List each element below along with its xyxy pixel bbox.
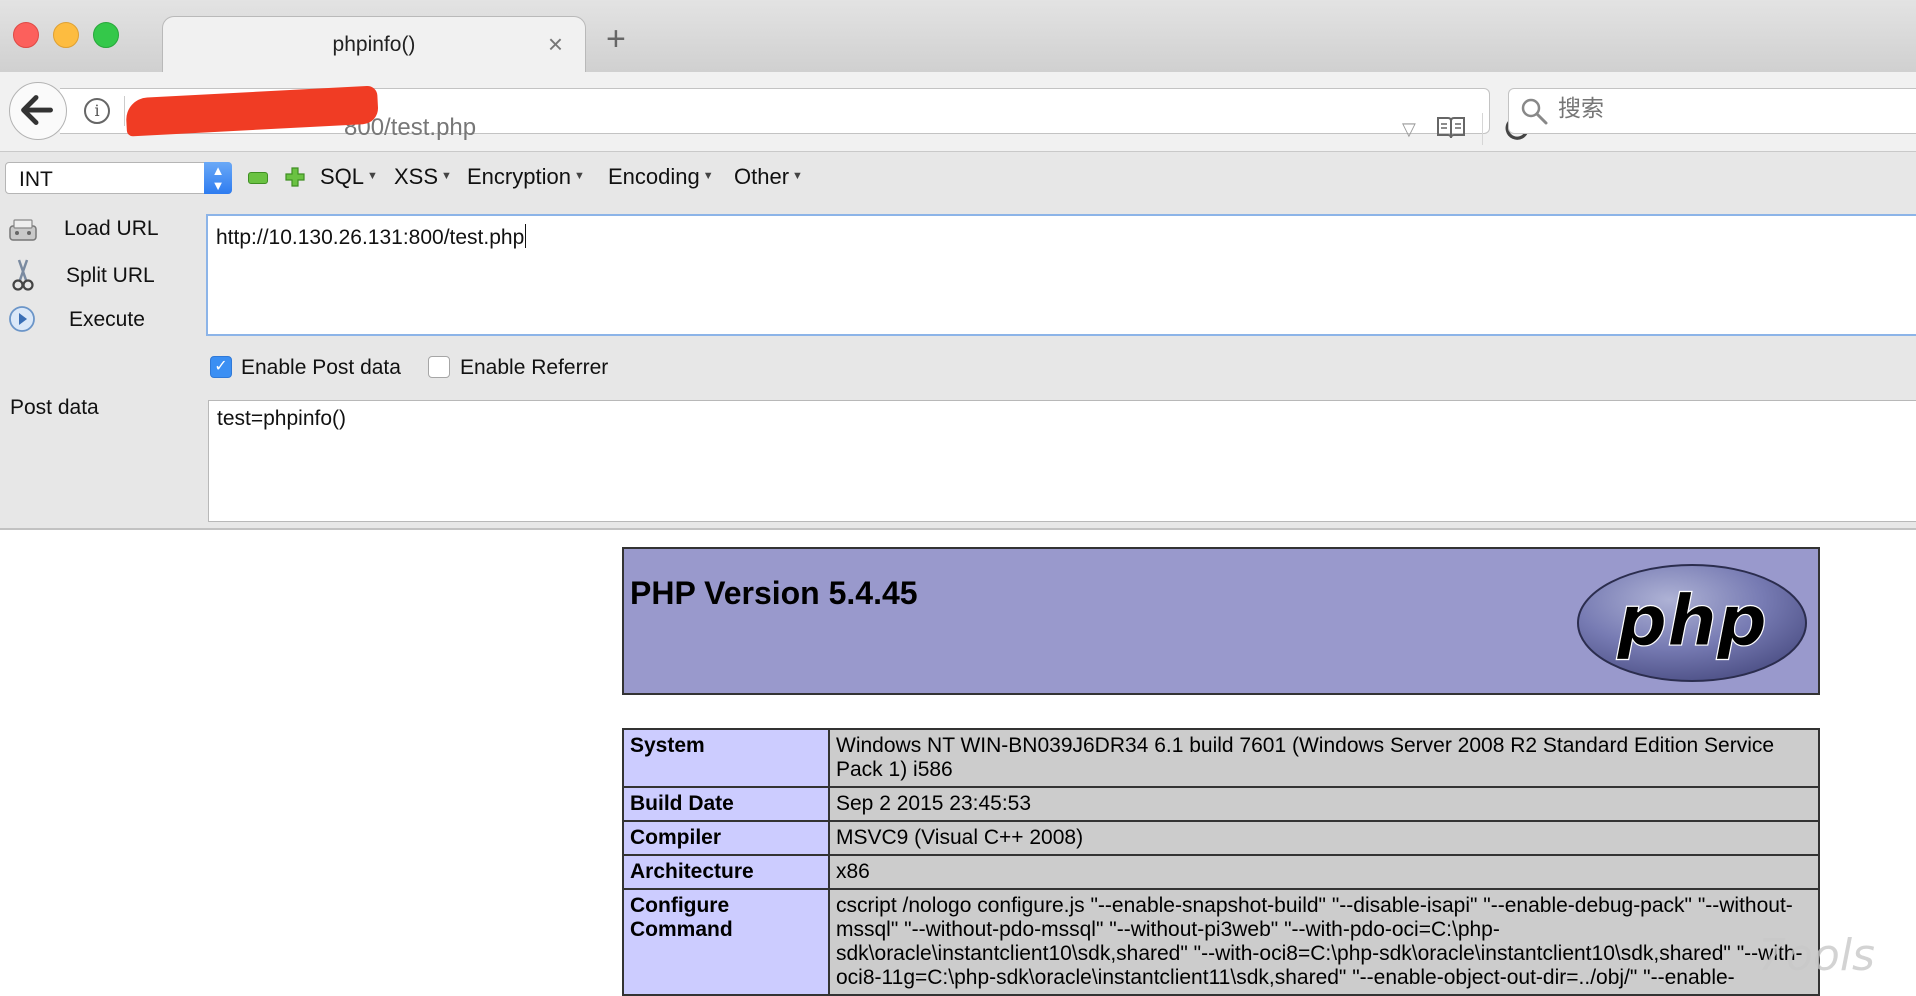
row-key: Compiler — [622, 820, 830, 856]
load-url-button[interactable]: Load URL — [6, 214, 166, 248]
php-version-header: PHP Version 5.4.45 php — [622, 547, 1820, 695]
new-tab-button[interactable]: + — [606, 22, 626, 56]
site-info-icon[interactable]: i — [84, 98, 110, 124]
chevron-down-icon: ▼ — [441, 170, 452, 182]
load-url-label: Load URL — [64, 217, 159, 240]
table-row: System Windows NT WIN-BN039J6DR34 6.1 bu… — [622, 728, 1820, 788]
tab-phpinfo[interactable]: phpinfo() × — [162, 16, 586, 72]
history-dropdown-icon[interactable]: ▽ — [1402, 119, 1416, 140]
load-url-icon — [9, 219, 37, 241]
plus-icon[interactable] — [284, 166, 306, 188]
url-separator-left — [124, 96, 125, 126]
menu-xss-label: XSS — [394, 164, 439, 189]
title-bar: phpinfo() × + — [0, 0, 1916, 72]
menu-encryption-label: Encryption — [467, 164, 571, 189]
row-value: MSVC9 (Visual C++ 2008) — [828, 820, 1820, 856]
search-icon — [1521, 98, 1548, 125]
back-button[interactable] — [9, 82, 67, 140]
table-row: Configure Command cscript /nologo config… — [622, 888, 1820, 996]
execute-label: Execute — [69, 308, 145, 331]
chevron-down-icon: ▼ — [792, 170, 803, 182]
row-value: Windows NT WIN-BN039J6DR34 6.1 build 760… — [828, 728, 1820, 788]
tab-close-icon[interactable]: × — [548, 29, 563, 60]
url-textarea-text: http://10.130.26.131:800/test.php — [216, 226, 525, 249]
text-cursor — [525, 224, 527, 248]
php-logo-text: php — [1616, 580, 1767, 662]
post-data-textarea[interactable]: test=phpinfo() — [208, 400, 1916, 522]
scissors-icon — [12, 259, 34, 291]
row-value: x86 — [828, 854, 1820, 890]
table-row: Build Date Sep 2 2015 23:45:53 — [622, 786, 1820, 822]
enable-post-checkbox[interactable]: ✓ — [210, 356, 232, 378]
menu-encoding[interactable]: Encoding ▼ — [608, 164, 714, 190]
search-input[interactable] — [1558, 94, 1898, 124]
enable-referrer-checkbox[interactable] — [428, 356, 450, 378]
split-url-button[interactable]: Split URL — [6, 258, 166, 292]
url-separator — [1482, 113, 1483, 145]
url-textarea[interactable]: http://10.130.26.131:800/test.php — [206, 214, 1916, 336]
row-value: Sep 2 2015 23:45:53 — [828, 786, 1820, 822]
enable-referrer-label[interactable]: Enable Referrer — [460, 356, 608, 380]
php-logo: php — [1577, 564, 1807, 682]
back-arrow-icon — [21, 95, 53, 125]
zoom-window-button[interactable] — [93, 22, 119, 48]
execute-button[interactable]: Execute — [6, 304, 166, 338]
chevron-down-icon: ▼ — [702, 170, 714, 182]
row-key: System — [622, 728, 830, 788]
post-data-value: test=phpinfo() — [217, 407, 346, 430]
menu-encoding-label: Encoding — [608, 164, 700, 189]
enable-post-label[interactable]: Enable Post data — [241, 356, 401, 380]
row-key: Configure Command — [622, 888, 830, 996]
menu-other-label: Other — [734, 164, 790, 189]
chevron-down-icon: ▼ — [367, 170, 378, 182]
menu-encryption[interactable]: Encryption ▼ — [467, 164, 585, 190]
split-url-label: Split URL — [66, 264, 155, 287]
phpinfo-table: System Windows NT WIN-BN039J6DR34 6.1 bu… — [622, 728, 1820, 996]
select-arrows-icon: ▲ ▼ — [204, 162, 232, 194]
play-icon — [9, 306, 35, 332]
close-window-button[interactable] — [13, 22, 39, 48]
tab-title: phpinfo() — [332, 33, 416, 56]
minus-icon[interactable] — [248, 172, 268, 184]
row-key: Architecture — [622, 854, 830, 890]
row-key: Build Date — [622, 786, 830, 822]
row-value: cscript /nologo configure.js "--enable-s… — [828, 888, 1820, 996]
url-textarea-value: http://10.130.26.131:800/test.php — [216, 224, 527, 250]
php-version-title: PHP Version 5.4.45 — [630, 575, 918, 611]
table-row: Architecture x86 — [622, 854, 1820, 890]
menu-sql-label: SQL — [320, 164, 365, 189]
post-data-label: Post data — [10, 396, 99, 419]
menu-other[interactable]: Other ▼ — [734, 164, 803, 190]
table-row: Compiler MSVC9 (Visual C++ 2008) — [622, 820, 1820, 856]
menu-sql[interactable]: SQL ▼ — [320, 164, 378, 190]
chevron-down-icon: ▼ — [573, 170, 585, 182]
minimize-window-button[interactable] — [53, 22, 79, 48]
type-select[interactable]: INT ▲ ▼ — [5, 162, 232, 194]
watermark: 7ools — [1758, 930, 1875, 981]
reader-view-icon[interactable] — [1436, 115, 1466, 141]
type-select-value: INT — [19, 168, 53, 191]
menu-xss[interactable]: XSS ▼ — [394, 164, 452, 190]
